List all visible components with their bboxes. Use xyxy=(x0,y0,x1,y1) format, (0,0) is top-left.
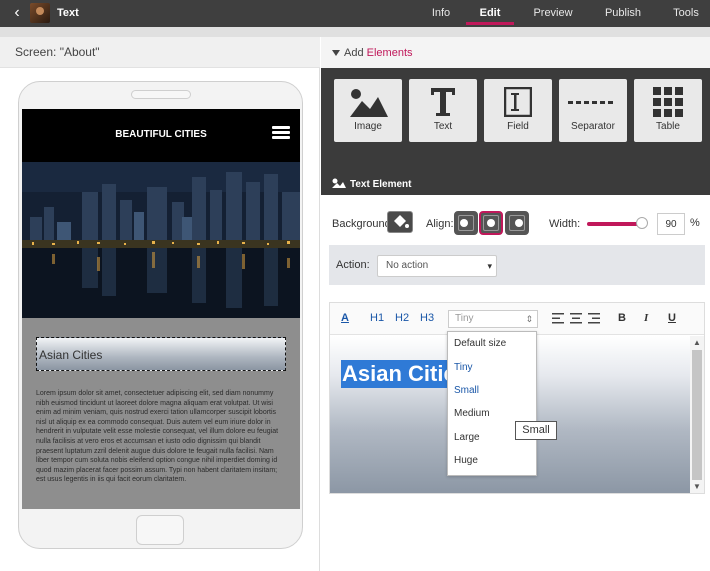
size-tooltip: Small xyxy=(515,421,557,440)
align-right-text-icon[interactable] xyxy=(588,313,600,324)
back-arrow-icon[interactable]: ‹ xyxy=(8,3,26,23)
action-label: Action: xyxy=(336,259,370,271)
size-option-large[interactable]: Large xyxy=(454,432,480,443)
background-paint-button[interactable] xyxy=(387,211,413,233)
preview-pane: Screen: "About" BEAUTIFUL CITIES Asian C… xyxy=(0,37,320,571)
element-palette: Image Text Field Separator Table xyxy=(321,68,710,150)
italic-button[interactable]: I xyxy=(644,312,648,324)
tab-info[interactable]: Info xyxy=(425,0,457,27)
app-thumbnail xyxy=(30,3,50,23)
add-elements-toggle[interactable]: Add Elements xyxy=(332,47,413,59)
h3-button[interactable]: H3 xyxy=(420,312,434,324)
phone-body-text[interactable]: Lorem ipsum dolor sit amet, consectetuer… xyxy=(36,389,288,485)
collapse-triangle-icon xyxy=(332,50,340,57)
screen-label: Screen: "About" xyxy=(15,45,100,59)
editor-scrollbar[interactable]: ▲ ▼ xyxy=(690,336,704,493)
paint-bucket-icon xyxy=(394,215,409,228)
tab-tools[interactable]: Tools xyxy=(668,0,704,27)
skyline-illustration xyxy=(22,162,300,318)
font-color-button[interactable]: A xyxy=(341,312,349,324)
tab-edit[interactable]: Edit xyxy=(466,0,514,27)
add-elements-bar[interactable]: Add Elements xyxy=(321,37,710,68)
app-title: Text xyxy=(57,7,79,19)
add-text-button[interactable]: Text xyxy=(409,79,477,142)
h2-button[interactable]: H2 xyxy=(395,312,409,324)
size-option-huge[interactable]: Huge xyxy=(454,455,478,466)
underline-button[interactable]: U xyxy=(668,312,676,324)
tool-label-image: Image xyxy=(354,121,382,132)
size-option-small[interactable]: Small xyxy=(454,385,479,396)
phone-header-title: BEAUTIFUL CITIES xyxy=(115,129,207,140)
width-unit: % xyxy=(690,217,700,229)
phone-speaker xyxy=(131,90,191,99)
table-icon xyxy=(653,87,683,117)
action-select[interactable]: No action xyxy=(377,255,497,277)
action-row: Action: No action xyxy=(329,245,705,285)
tool-label-separator: Separator xyxy=(571,121,615,132)
phone-frame: BEAUTIFUL CITIES Asian Cities Lorem ipsu… xyxy=(18,81,303,549)
tool-label-field: Field xyxy=(507,121,529,132)
size-option-tiny[interactable]: Tiny xyxy=(454,362,473,373)
add-image-button[interactable]: Image xyxy=(334,79,402,142)
field-icon xyxy=(504,87,532,117)
text-element-title: Text Element xyxy=(332,178,412,190)
editor-selected-text[interactable]: Asian Citie xyxy=(341,360,457,388)
phone-home-button xyxy=(136,515,184,545)
text-icon xyxy=(431,88,455,116)
top-bar: ‹ Text Info Edit Preview Publish Tools xyxy=(0,0,710,27)
scrollbar-thumb[interactable] xyxy=(692,350,702,480)
width-slider-handle[interactable] xyxy=(636,217,648,229)
align-center-text-icon[interactable] xyxy=(570,313,582,324)
phone-screen: BEAUTIFUL CITIES Asian Cities Lorem ipsu… xyxy=(22,109,300,509)
toolbar-strip xyxy=(0,27,710,37)
add-prefix: Add xyxy=(344,47,367,59)
size-option-default[interactable]: Default size xyxy=(454,338,506,349)
width-slider-track[interactable] xyxy=(587,222,639,226)
add-field-button[interactable]: Field xyxy=(484,79,552,142)
scroll-down-icon[interactable]: ▼ xyxy=(693,482,701,491)
align-left-text-icon[interactable] xyxy=(552,313,564,324)
font-size-select[interactable]: Tiny xyxy=(448,310,538,328)
add-elements-highlight: Elements xyxy=(366,47,413,59)
editor-pane: Add Elements Image Text Field Separator … xyxy=(321,37,710,571)
text-properties: Background: Align: Width: % xyxy=(321,195,710,250)
size-option-medium[interactable]: Medium xyxy=(454,408,490,419)
phone-heading-text: Asian Cities xyxy=(39,348,103,362)
align-right-button[interactable] xyxy=(505,211,529,235)
width-input[interactable] xyxy=(657,213,685,235)
hamburger-menu-icon[interactable] xyxy=(272,126,290,140)
background-label: Background: xyxy=(332,218,394,230)
tab-preview[interactable]: Preview xyxy=(528,0,578,27)
font-size-dropdown: Default size Tiny Small Medium Large Hug… xyxy=(447,331,537,476)
city-skyline-image[interactable] xyxy=(22,162,300,318)
screen-bar: Screen: "About" xyxy=(0,37,320,68)
align-center-button[interactable] xyxy=(479,211,503,235)
width-label: Width: xyxy=(549,218,581,230)
tab-publish[interactable]: Publish xyxy=(598,0,648,27)
align-label: Align: xyxy=(426,218,454,230)
bold-button[interactable]: B xyxy=(618,312,626,324)
tool-label-table: Table xyxy=(656,121,680,132)
phone-header: BEAUTIFUL CITIES xyxy=(22,109,300,162)
align-left-button[interactable] xyxy=(454,211,478,235)
text-element-header: Text Element xyxy=(321,150,710,195)
scroll-up-icon[interactable]: ▲ xyxy=(693,338,701,347)
text-element-icon xyxy=(332,178,346,188)
selected-text-element[interactable]: Asian Cities xyxy=(36,337,286,371)
add-table-button[interactable]: Table xyxy=(634,79,702,142)
add-separator-button[interactable]: Separator xyxy=(559,79,627,142)
h1-button[interactable]: H1 xyxy=(370,312,384,324)
separator-icon xyxy=(568,101,613,104)
tool-label-text: Text xyxy=(433,121,453,132)
image-icon xyxy=(350,89,388,117)
text-element-title-text: Text Element xyxy=(350,179,412,190)
phone-content: Asian Cities Lorem ipsum dolor sit amet,… xyxy=(22,318,300,509)
